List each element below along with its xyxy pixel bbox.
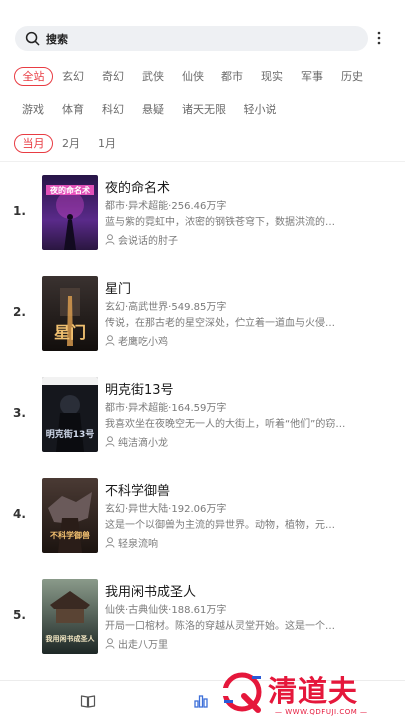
top-bar: 搜索	[0, 0, 405, 70]
category-chip[interactable]: 现实	[257, 67, 287, 86]
cover-title: 明克街13号	[46, 428, 95, 440]
book-cover[interactable]: 不科学御兽	[42, 478, 98, 553]
book-cover[interactable]: 星门	[42, 276, 98, 351]
book-description: 蓝与紫的霓虹中，浓密的钢铁苍穹下，数据洪流的…	[105, 217, 335, 228]
book-author: 会说话的肘子	[118, 236, 178, 247]
category-chip[interactable]: 军事	[297, 67, 327, 86]
period-chip[interactable]: 1月	[94, 134, 120, 153]
watermark-text: 清道夫	[268, 674, 359, 708]
rank-number: 3.	[13, 406, 26, 420]
search-box[interactable]: 搜索	[15, 26, 368, 51]
cover-title: 我用闲书成圣人	[46, 634, 96, 643]
category-chip[interactable]: 悬疑	[138, 100, 168, 119]
category-chip[interactable]: 武侠	[138, 67, 168, 86]
author-icon	[105, 537, 115, 548]
category-chip[interactable]: 科幻	[98, 100, 128, 119]
book-item[interactable]: 5. 我用闲书成圣人 我用闲书成圣人 仙侠·古典仙侠·188.61万字 开局一口…	[0, 566, 405, 666]
search-input[interactable]: 搜索	[46, 31, 68, 47]
book-author: 老鹰吃小鸡	[118, 337, 168, 348]
book-author: 出走八万里	[118, 640, 168, 651]
period-row: 当月 2月 1月	[0, 134, 405, 156]
book-cover[interactable]: 夜的命名术	[42, 175, 98, 250]
book-description: 传说，在那古老的星空深处，伫立着一道血与火侵…	[105, 318, 335, 329]
book-title: 星门	[105, 282, 132, 297]
author-icon	[105, 436, 115, 447]
book-meta: 都市·异术超能·164.59万字	[105, 403, 227, 414]
watermark-url: — WWW.QDFUJI.COM —	[275, 708, 368, 716]
book-description: 我喜欢坐在夜晚空无一人的大街上，听着“他们”的窃…	[105, 419, 346, 430]
cover-title: 夜的命名术	[49, 185, 90, 195]
ranking-list: 1. 夜的命名术 夜的命名术 都市·异术超能·256.46万字 蓝与紫的霓虹中，…	[0, 162, 405, 672]
period-chip[interactable]: 2月	[58, 134, 84, 153]
ranking-tab-icon[interactable]	[193, 693, 209, 709]
rank-number: 1.	[13, 204, 26, 218]
book-item[interactable]: 1. 夜的命名术 夜的命名术 都市·异术超能·256.46万字 蓝与紫的霓虹中，…	[0, 162, 405, 262]
category-chip-all[interactable]: 全站	[14, 67, 53, 86]
category-chip[interactable]: 历史	[337, 67, 367, 86]
category-chip[interactable]: 玄幻	[58, 67, 88, 86]
book-item[interactable]: 4. 不科学御兽 不科学御兽 玄幻·异世大陆·192.06万字 这是一个以御兽为…	[0, 465, 405, 565]
book-meta: 仙侠·古典仙侠·188.61万字	[105, 605, 227, 616]
category-chip[interactable]: 轻小说	[240, 100, 280, 119]
book-author: 纯洁滴小龙	[118, 438, 168, 449]
category-row-2: 游戏 体育 科幻 悬疑 诸天无限 轻小说	[0, 100, 405, 122]
cover-title: 星门	[54, 323, 86, 342]
book-item[interactable]: 3. 明克街13号 明克街13号 都市·异术超能·164.59万字 我喜欢坐在夜…	[0, 364, 405, 464]
book-item[interactable]: 2. 星门 星门 玄幻·高武世界·549.85万字 传说，在那古老的星空深处，伫…	[0, 263, 405, 363]
rank-number: 5.	[13, 608, 26, 622]
category-chip[interactable]: 奇幻	[98, 67, 128, 86]
rank-number: 2.	[13, 305, 26, 319]
category-chip[interactable]: 诸天无限	[178, 100, 230, 119]
book-cover[interactable]: 我用闲书成圣人	[42, 579, 98, 654]
category-row-1: 全站 玄幻 奇幻 武侠 仙侠 都市 现实 军事 历史	[0, 67, 405, 89]
book-meta: 玄幻·高武世界·549.85万字	[105, 302, 227, 313]
author-icon	[105, 234, 115, 245]
more-options-icon[interactable]	[373, 30, 385, 46]
book-title: 我用闲书成圣人	[105, 585, 197, 600]
rank-number: 4.	[13, 507, 26, 521]
search-icon	[25, 31, 40, 46]
category-chip[interactable]: 游戏	[18, 100, 48, 119]
book-author: 轻泉流响	[118, 539, 158, 550]
book-cover[interactable]: 明克街13号	[42, 377, 98, 452]
book-description: 这是一个以御兽为主流的异世界。动物，植物，元…	[105, 520, 335, 531]
book-title: 明克街13号	[105, 383, 174, 398]
bookshelf-tab-icon[interactable]	[80, 693, 96, 709]
category-chip[interactable]: 体育	[58, 100, 88, 119]
book-meta: 玄幻·异世大陆·192.06万字	[105, 504, 227, 515]
book-meta: 都市·异术超能·256.46万字	[105, 201, 227, 212]
book-description: 开局一口棺材。陈洛的穿越从灵堂开始。这是一个…	[105, 621, 335, 632]
author-icon	[105, 638, 115, 649]
author-icon	[105, 335, 115, 346]
period-chip-current-month[interactable]: 当月	[14, 134, 53, 153]
book-title: 不科学御兽	[105, 484, 171, 499]
cover-title: 不科学御兽	[50, 530, 90, 540]
category-chip[interactable]: 仙侠	[178, 67, 208, 86]
watermark-logo-icon	[220, 672, 262, 713]
watermark: 清道夫 — WWW.QDFUJI.COM —	[218, 668, 400, 718]
category-chip[interactable]: 都市	[217, 67, 247, 86]
book-title: 夜的命名术	[105, 181, 171, 196]
filter-panel: 全站 玄幻 奇幻 武侠 仙侠 都市 现实 军事 历史 游戏 体育 科幻 悬疑 诸…	[0, 62, 405, 162]
